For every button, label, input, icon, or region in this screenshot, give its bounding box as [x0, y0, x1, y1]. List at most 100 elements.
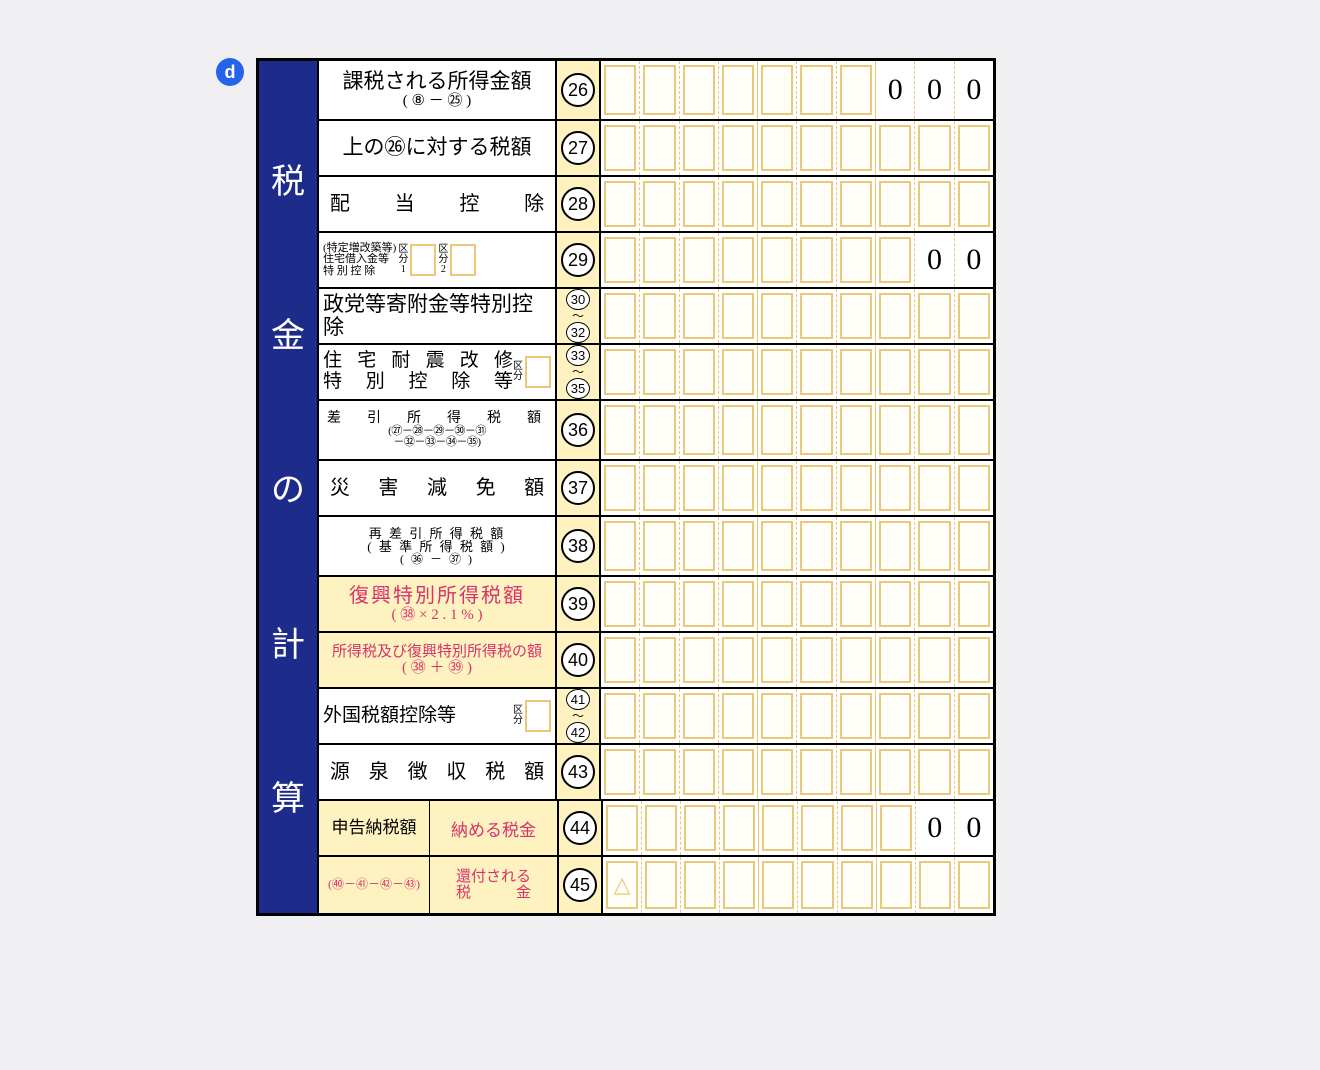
- digit-cell[interactable]: [837, 461, 876, 515]
- digit-cell[interactable]: [758, 121, 797, 175]
- digit-cell[interactable]: [601, 177, 640, 231]
- digit-cell[interactable]: [837, 633, 876, 687]
- kubun-input[interactable]: [525, 356, 551, 388]
- digit-cell[interactable]: [797, 121, 836, 175]
- digit-cell[interactable]: [955, 121, 993, 175]
- digit-cell[interactable]: [680, 233, 719, 287]
- digit-cell[interactable]: [797, 745, 836, 799]
- digit-cell[interactable]: [797, 517, 836, 575]
- digit-cell[interactable]: [758, 233, 797, 287]
- digit-cell[interactable]: [759, 857, 798, 913]
- digit-cell[interactable]: [955, 577, 993, 631]
- digit-cell[interactable]: [601, 345, 640, 399]
- digit-cell[interactable]: [603, 801, 642, 855]
- digit-cell[interactable]: [601, 233, 640, 287]
- digit-cell[interactable]: [601, 61, 640, 119]
- digit-cell[interactable]: [876, 461, 915, 515]
- digit-cell[interactable]: [640, 401, 679, 459]
- digit-cell[interactable]: [837, 517, 876, 575]
- digit-cell[interactable]: [719, 745, 758, 799]
- digit-cell[interactable]: [876, 401, 915, 459]
- digit-cell[interactable]: [680, 61, 719, 119]
- digit-cell[interactable]: [719, 517, 758, 575]
- digit-cell[interactable]: [915, 177, 954, 231]
- digit-cell[interactable]: [640, 233, 679, 287]
- digit-cell[interactable]: [876, 689, 915, 743]
- digit-cell[interactable]: [719, 577, 758, 631]
- digit-cell[interactable]: [955, 461, 993, 515]
- digit-cell[interactable]: [955, 517, 993, 575]
- digit-cell[interactable]: [601, 633, 640, 687]
- digit-cell[interactable]: [640, 289, 679, 343]
- digit-cell[interactable]: [601, 461, 640, 515]
- digit-cell[interactable]: [640, 177, 679, 231]
- digit-cell[interactable]: [837, 577, 876, 631]
- kubun-input[interactable]: [525, 700, 551, 732]
- digit-cell[interactable]: [915, 577, 954, 631]
- digit-cell[interactable]: [758, 177, 797, 231]
- digit-cell[interactable]: [680, 461, 719, 515]
- digit-cell[interactable]: [720, 857, 759, 913]
- digit-cell[interactable]: [601, 689, 640, 743]
- digit-cell[interactable]: [680, 689, 719, 743]
- digit-cell[interactable]: [758, 345, 797, 399]
- digit-cell[interactable]: △: [603, 857, 642, 913]
- digit-cell[interactable]: [838, 857, 877, 913]
- digit-cell[interactable]: [797, 401, 836, 459]
- digit-cell[interactable]: [916, 857, 955, 913]
- digit-cell[interactable]: [719, 401, 758, 459]
- digit-cell[interactable]: [915, 633, 954, 687]
- digit-cell[interactable]: [640, 577, 679, 631]
- digit-cell[interactable]: [837, 401, 876, 459]
- digit-cell[interactable]: [758, 61, 797, 119]
- digit-cell[interactable]: [876, 517, 915, 575]
- digit-cell[interactable]: [837, 345, 876, 399]
- digit-cell[interactable]: [640, 345, 679, 399]
- kubun-input[interactable]: [410, 244, 436, 276]
- digit-cell[interactable]: [837, 745, 876, 799]
- digit-cell[interactable]: [915, 401, 954, 459]
- digit-cell[interactable]: [838, 801, 877, 855]
- digit-cell[interactable]: [876, 121, 915, 175]
- digit-cell[interactable]: [876, 233, 915, 287]
- digit-cell[interactable]: [758, 517, 797, 575]
- digit-cell[interactable]: [915, 121, 954, 175]
- digit-cell[interactable]: [719, 177, 758, 231]
- digit-cell[interactable]: [955, 345, 993, 399]
- digit-cell[interactable]: [955, 289, 993, 343]
- digit-cell[interactable]: [601, 745, 640, 799]
- digit-cell[interactable]: [876, 177, 915, 231]
- digit-cell[interactable]: [719, 233, 758, 287]
- digit-cell[interactable]: [837, 233, 876, 287]
- digit-cell[interactable]: [719, 345, 758, 399]
- digit-cell[interactable]: [680, 577, 719, 631]
- digit-cell[interactable]: [758, 689, 797, 743]
- digit-cell[interactable]: [642, 801, 681, 855]
- digit-cell[interactable]: [876, 289, 915, 343]
- digit-cell[interactable]: [642, 857, 681, 913]
- digit-cell[interactable]: [680, 177, 719, 231]
- digit-cell[interactable]: [680, 517, 719, 575]
- digit-cell[interactable]: [759, 801, 798, 855]
- digit-cell[interactable]: [640, 61, 679, 119]
- digit-cell[interactable]: [955, 633, 993, 687]
- digit-cell[interactable]: [877, 857, 916, 913]
- digit-cell[interactable]: [915, 289, 954, 343]
- digit-cell[interactable]: [915, 745, 954, 799]
- digit-cell[interactable]: [681, 857, 720, 913]
- digit-cell[interactable]: [797, 345, 836, 399]
- digit-cell[interactable]: [601, 121, 640, 175]
- digit-cell[interactable]: [601, 577, 640, 631]
- digit-cell[interactable]: [640, 633, 679, 687]
- digit-cell[interactable]: [680, 401, 719, 459]
- digit-cell[interactable]: [876, 577, 915, 631]
- digit-cell[interactable]: [680, 121, 719, 175]
- digit-cell[interactable]: [680, 289, 719, 343]
- digit-cell[interactable]: [601, 401, 640, 459]
- digit-cell[interactable]: [915, 461, 954, 515]
- digit-cell[interactable]: [601, 289, 640, 343]
- digit-cell[interactable]: [640, 517, 679, 575]
- digit-cell[interactable]: [758, 289, 797, 343]
- digit-cell[interactable]: [797, 233, 836, 287]
- digit-cell[interactable]: [719, 461, 758, 515]
